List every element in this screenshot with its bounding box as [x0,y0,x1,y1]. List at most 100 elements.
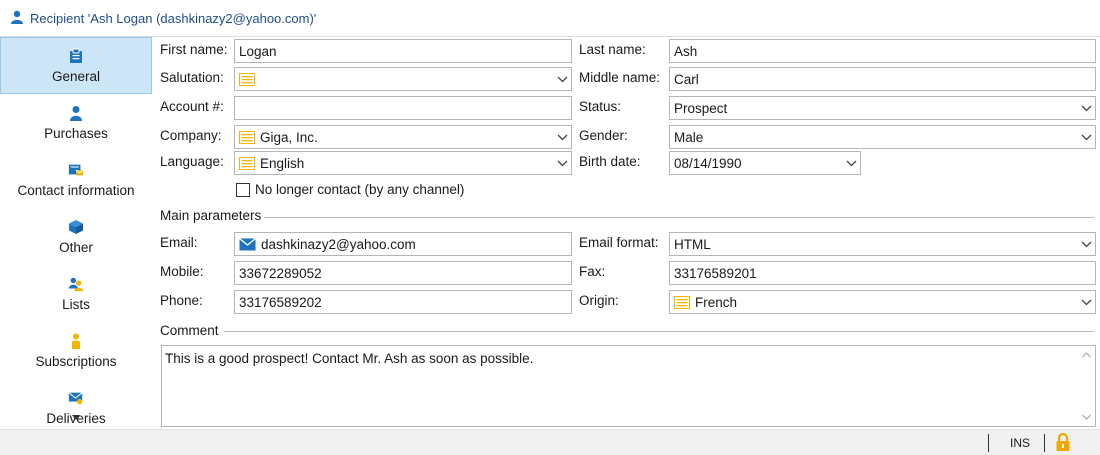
envelope-icon [239,237,256,251]
chevron-down-icon[interactable] [1077,233,1095,255]
mobile-field[interactable]: 33672289052 [234,261,572,285]
contact-card-icon [68,162,84,178]
account-field[interactable] [234,96,572,120]
chevron-down-icon[interactable] [1077,126,1095,148]
gender-select[interactable]: Male [669,125,1096,149]
origin-value: French [695,294,738,310]
sidebar-item-label: General [51,68,101,84]
enumeration-icon [674,295,690,309]
recipient-form: First name: Logan Last name: Ash Salutat… [152,37,1100,429]
first-name-field[interactable]: Logan [234,39,572,63]
enumeration-icon [239,130,255,144]
person-icon [68,105,84,121]
status-separator [1044,434,1045,452]
mobile-value: 33672289052 [239,265,322,281]
last-name-label: Last name: [579,42,646,57]
no-longer-contact-label: No longer contact (by any channel) [255,182,465,197]
subscription-person-icon [68,333,84,349]
last-name-value: Ash [674,43,698,59]
recipient-icon [10,10,24,27]
section-divider [262,217,1094,218]
status-label: Status: [579,99,622,114]
middle-name-label: Middle name: [579,70,661,85]
lists-icon [68,276,84,292]
fax-field[interactable]: 33176589201 [669,261,1096,285]
fax-value: 33176589201 [674,265,757,281]
comment-textarea[interactable]: This is a good prospect! Contact Mr. Ash… [161,345,1096,427]
language-select[interactable]: English [234,151,572,175]
status-bar: INS [0,429,1100,455]
chevron-down-icon[interactable] [842,152,860,174]
lock-icon[interactable] [1055,432,1071,455]
phone-label: Phone: [160,293,203,308]
company-value: Giga, Inc. [260,129,318,145]
sidebar-item-deliveries[interactable]: Deliveries [0,379,152,429]
company-label: Company: [160,128,222,143]
delivery-envelope-icon [68,390,84,406]
email-format-select[interactable]: HTML [669,232,1096,256]
sidebar-item-subscriptions[interactable]: Subscriptions [0,322,152,379]
email-field[interactable]: dashkinazy2@yahoo.com [234,232,572,256]
sidebar-item-label: Other [59,239,93,255]
chevron-down-icon[interactable] [553,126,571,148]
sidebar-item-general[interactable]: General [0,37,152,94]
mobile-label: Mobile: [160,264,204,279]
sidebar-item-label: Subscriptions [35,353,117,369]
company-select[interactable]: Giga, Inc. [234,125,572,149]
birth-date-picker[interactable]: 08/14/1990 [669,151,861,175]
cube-icon [68,219,84,235]
sidebar-item-purchases[interactable]: Purchases [0,94,152,151]
comment-scrollbar[interactable] [1078,346,1095,426]
salutation-label: Salutation: [160,70,224,85]
enumeration-icon [239,156,255,170]
birth-date-label: Birth date: [579,154,641,169]
origin-label: Origin: [579,293,619,308]
chevron-down-icon[interactable] [1077,97,1095,119]
section-divider [224,331,1094,332]
comment-heading: Comment [160,323,222,338]
email-label: Email: [160,235,198,250]
last-name-field[interactable]: Ash [669,39,1096,63]
email-format-label: Email format: [579,235,659,250]
sidebar-item-other[interactable]: Other [0,208,152,265]
middle-name-value: Carl [674,71,699,87]
general-icon [68,48,84,64]
insert-mode-indicator: INS [1010,436,1031,450]
salutation-select[interactable] [234,67,572,91]
sidebar: General Purchases Contact information Ot… [0,37,152,429]
first-name-label: First name: [160,42,228,57]
comment-value: This is a good prospect! Contact Mr. Ash… [165,351,534,366]
fax-label: Fax: [579,264,606,279]
birth-date-value: 08/14/1990 [674,155,742,171]
chevron-down-icon[interactable] [553,68,571,90]
enumeration-icon [239,72,255,86]
origin-select[interactable]: French [669,290,1096,314]
phone-field[interactable]: 33176589202 [234,290,572,314]
language-label: Language: [160,154,224,169]
sidebar-item-label: Contact information [17,182,135,198]
gender-value: Male [674,129,704,145]
no-longer-contact-checkbox[interactable] [236,183,250,197]
status-value: Prospect [674,100,728,116]
phone-value: 33176589202 [239,294,322,310]
middle-name-field[interactable]: Carl [669,67,1096,91]
email-format-value: HTML [674,236,711,252]
email-value: dashkinazy2@yahoo.com [261,236,416,252]
main-parameters-heading: Main parameters [160,208,265,223]
sidebar-item-lists[interactable]: Lists [0,265,152,322]
gender-label: Gender: [579,128,628,143]
sidebar-item-contact-information[interactable]: Contact information [0,151,152,208]
sidebar-item-label: Purchases [44,125,108,141]
language-value: English [260,155,305,171]
status-separator [988,434,989,452]
status-select[interactable]: Prospect [669,96,1096,120]
chevron-down-icon[interactable] [1077,291,1095,313]
chevron-down-icon[interactable] [553,152,571,174]
first-name-value: Logan [239,43,277,59]
sidebar-item-label: Lists [62,296,90,312]
account-label: Account #: [160,99,224,114]
sidebar-scroll-down-icon[interactable] [72,415,80,420]
scroll-arrows-icon [1082,352,1091,420]
title-bar: Recipient 'Ash Logan (dashkinazy2@yahoo.… [0,0,1100,37]
window-title: Recipient 'Ash Logan (dashkinazy2@yahoo.… [30,10,317,26]
